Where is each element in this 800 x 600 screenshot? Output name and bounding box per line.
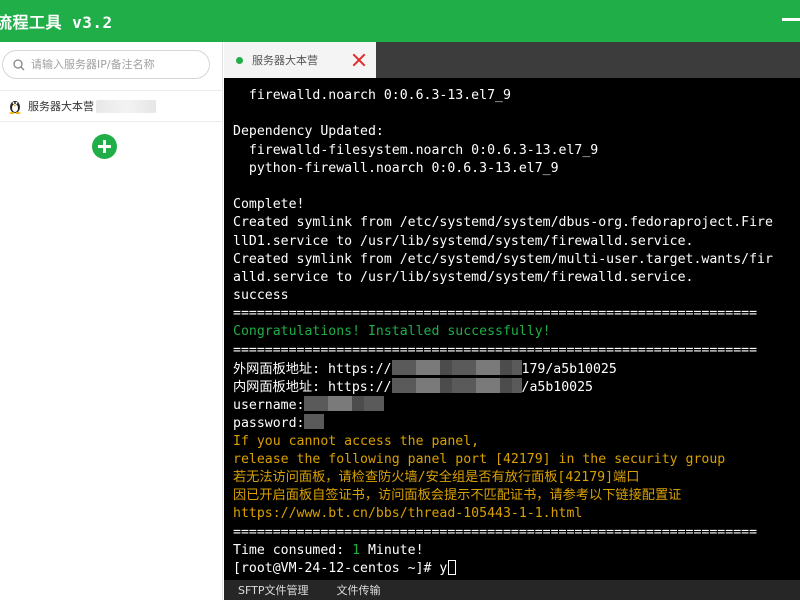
terminal-line: success xyxy=(233,287,800,305)
terminal-line-text: Created symlink from /etc/systemd/system… xyxy=(233,215,773,231)
title-bar: 流程工具 v3.2 xyxy=(0,0,800,42)
terminal-line: firewalld-filesystem.noarch 0:0.6.3-13.e… xyxy=(233,142,800,160)
server-name: 服务器大本营 xyxy=(28,100,94,113)
terminal-line-text: Dependency Updated: xyxy=(233,124,384,140)
terminal-line-text: Created symlink from /etc/systemd/system… xyxy=(233,251,773,267)
terminal-line: ========================================… xyxy=(233,342,800,360)
terminal-line: release the following panel port [42179]… xyxy=(233,451,800,469)
server-list-item[interactable]: 服务器大本营 xyxy=(0,90,222,122)
terminal-line: llD1.service to /usr/lib/systemd/system/… xyxy=(233,233,800,251)
time-value: 1 xyxy=(352,542,361,558)
tab-server-session[interactable]: 服务器大本营 xyxy=(224,42,376,78)
terminal-line-text: 内网面板地址: https:// xyxy=(233,380,392,395)
tab-sftp-file-manager[interactable]: SFTP文件管理 xyxy=(238,582,308,598)
terminal-line-suffix: 179/a5b10025 xyxy=(521,361,617,377)
terminal-line: https://www.bt.cn/bbs/thread-105443-1-1.… xyxy=(233,505,800,523)
close-tab-icon[interactable] xyxy=(352,53,366,67)
search-input[interactable] xyxy=(31,58,201,71)
redacted-value xyxy=(304,396,385,412)
terminal-line-text: python-firewall.noarch 0:0.6.3-13.el7_9 xyxy=(233,160,559,176)
terminal-line: 因已开启面板自签证书，访问面板会提示不匹配证书，请参考以下链接配置证 xyxy=(233,487,800,505)
terminal-line-text: [root@VM-24-12-centos ~]# y xyxy=(233,560,448,576)
terminal-line: python-firewall.noarch 0:0.6.3-13.el7_9 xyxy=(233,160,800,178)
terminal-line: [root@VM-24-12-centos ~]# y xyxy=(233,559,800,578)
terminal-line-text: Congratulations! Installed successfully! xyxy=(233,324,551,340)
terminal-line: If you cannot access the panel, xyxy=(233,433,800,451)
terminal-line-text: Time consumed: xyxy=(233,542,353,558)
tab-label: 服务器大本营 xyxy=(252,54,318,67)
bottom-tab-bar: SFTP文件管理 文件传输 xyxy=(224,580,800,600)
search-box[interactable] xyxy=(2,50,210,79)
terminal-line: Complete! xyxy=(233,196,800,214)
terminal-line-text: https://www.bt.cn/bbs/thread-105443-1-1.… xyxy=(233,506,583,522)
terminal-line-text: success xyxy=(233,288,289,304)
minimize-icon[interactable] xyxy=(782,18,800,21)
terminal-line: username: xyxy=(233,396,800,414)
terminal-cursor xyxy=(448,559,457,575)
terminal-line-text: 因已开启面板自签证书，访问面板会提示不匹配证书，请参考以下链接配置证 xyxy=(233,488,682,504)
terminal-line-text: alld.service to /usr/lib/systemd/system/… xyxy=(233,269,694,285)
redacted-value xyxy=(391,359,522,375)
terminal-line: ========================================… xyxy=(233,305,800,323)
terminal-line: Dependency Updated: xyxy=(233,123,800,141)
search-icon xyxy=(13,58,25,70)
terminal-line: Created symlink from /etc/systemd/system… xyxy=(233,251,800,269)
add-server-button[interactable] xyxy=(92,134,117,159)
connection-status-icon xyxy=(236,56,243,64)
terminal-line-text: 若无法访问面板，请检查防火墙/安全组是否有放行面板[42179]端口 xyxy=(233,469,640,485)
terminal-line: password: xyxy=(233,414,800,432)
terminal-line: 内网面板地址: https:// /a5b10025 xyxy=(233,378,800,396)
terminal-line-text: Complete! xyxy=(233,197,305,213)
tab-bar: 服务器大本营 xyxy=(224,42,800,78)
terminal-line: 外网面板地址: https:// 179/a5b10025 xyxy=(233,359,800,378)
terminal-line-text: 外网面板地址: https:// xyxy=(233,361,392,377)
terminal-line-text: If you cannot access the panel, xyxy=(233,433,480,449)
terminal-line-suffix: /a5b10025 xyxy=(521,380,593,395)
redacted-value xyxy=(391,378,522,393)
terminal-line: firewalld.noarch 0:0.6.3-13.el7_9 xyxy=(233,87,800,105)
terminal-output[interactable]: firewalld.noarch 0:0.6.3-13.el7_9 Depende… xyxy=(224,78,800,580)
tab-file-transfer[interactable]: 文件传输 xyxy=(336,582,380,598)
terminal-line: Congratulations! Installed successfully! xyxy=(233,323,800,341)
terminal-line: alld.service to /usr/lib/systemd/system/… xyxy=(233,269,800,287)
linux-tux-icon xyxy=(9,101,21,114)
terminal-line-text: password: xyxy=(233,416,305,432)
terminal-line: Created symlink from /etc/systemd/system… xyxy=(233,214,800,232)
terminal-line-text: firewalld.noarch 0:0.6.3-13.el7_9 xyxy=(233,88,511,103)
terminal-line-text: ========================================… xyxy=(233,306,758,322)
terminal-line-text: firewalld-filesystem.noarch 0:0.6.3-13.e… xyxy=(233,142,599,158)
terminal-line: Time consumed: 1 Minute! xyxy=(233,542,800,560)
terminal-line-text: username: xyxy=(233,398,305,414)
terminal-line-text: release the following panel port [42179]… xyxy=(233,451,726,467)
redacted-value xyxy=(304,414,325,430)
terminal-line-text: llD1.service to /usr/lib/systemd/system/… xyxy=(233,233,694,249)
terminal-line-text: ========================================… xyxy=(233,342,758,358)
app-title: 流程工具 v3.2 xyxy=(0,13,113,32)
time-unit: Minute! xyxy=(360,542,424,558)
masked-server-ip xyxy=(96,99,156,113)
terminal-line-text: ========================================… xyxy=(233,524,758,540)
terminal-line: 若无法访问面板，请检查防火墙/安全组是否有放行面板[42179]端口 xyxy=(233,469,800,487)
sidebar: 服务器大本营 xyxy=(0,42,223,600)
terminal-line: ========================================… xyxy=(233,524,800,542)
